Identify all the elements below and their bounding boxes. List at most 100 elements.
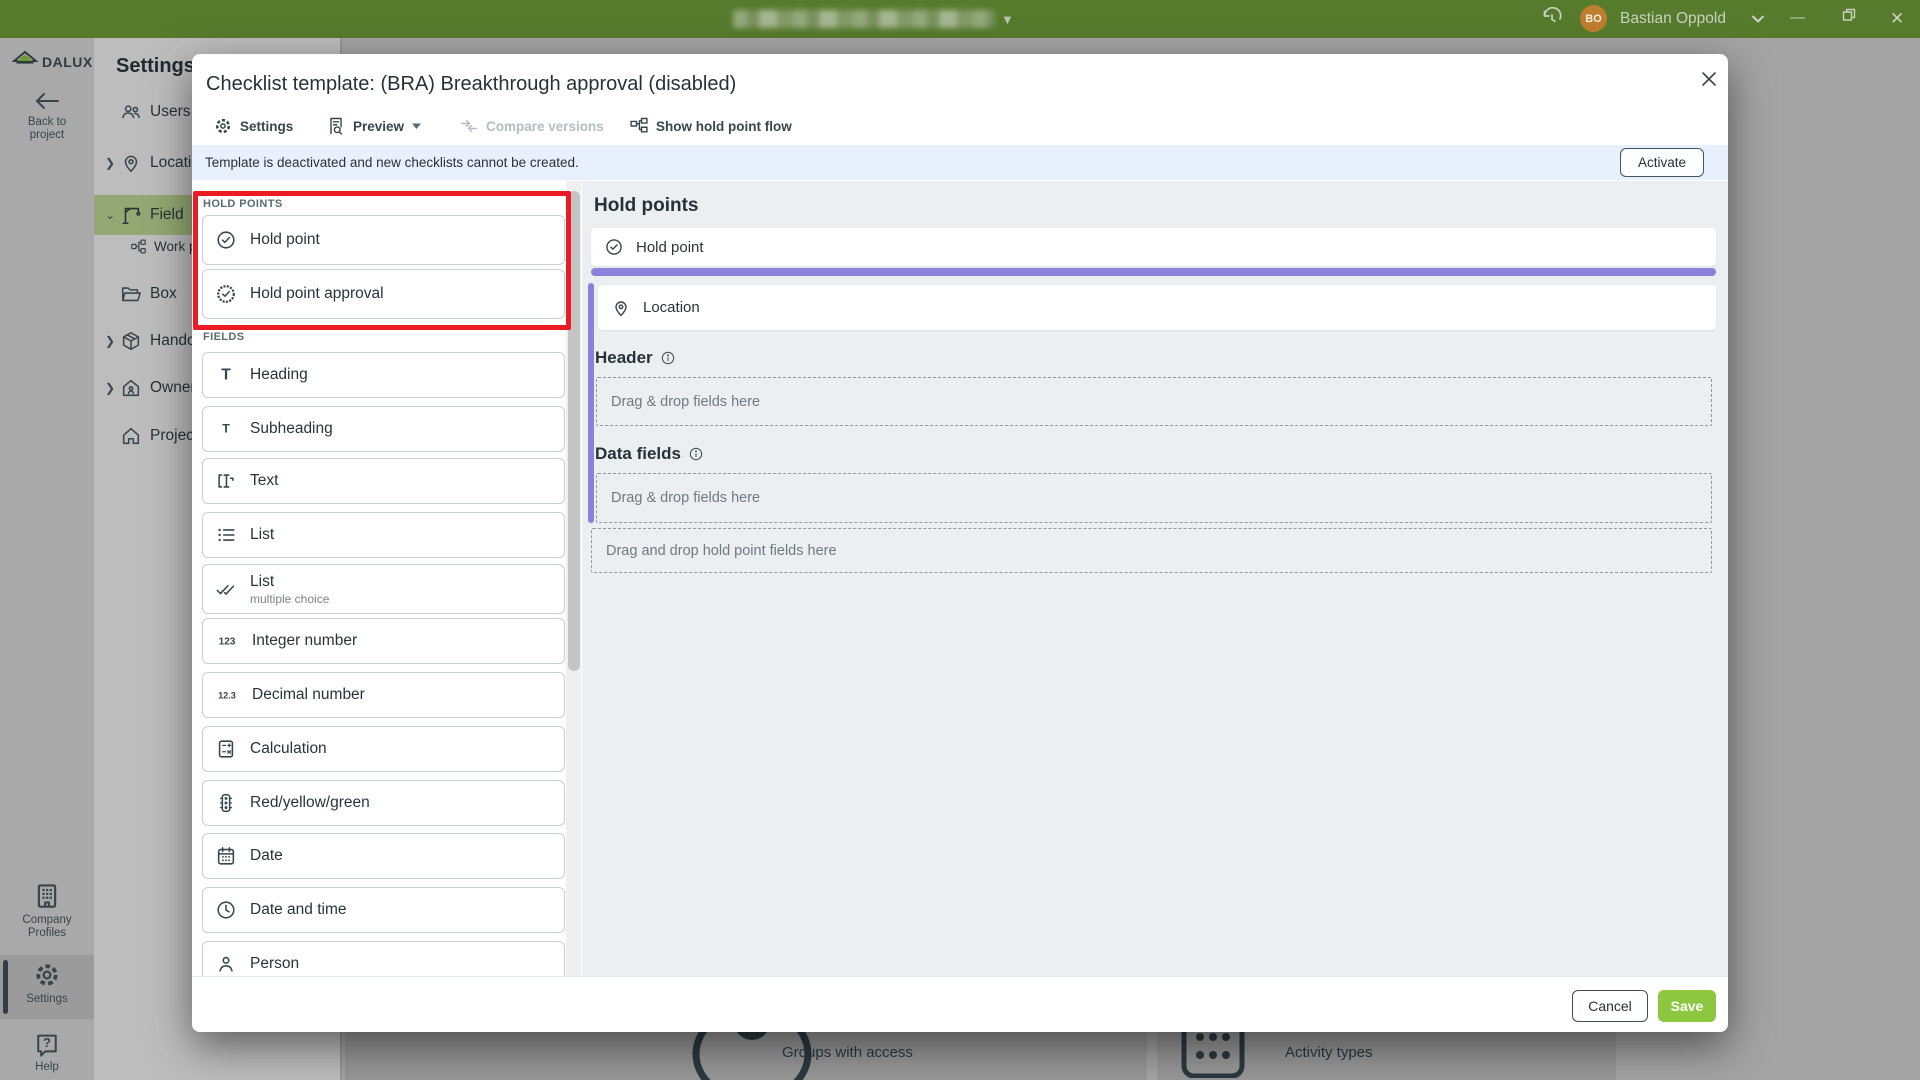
calendar-icon	[215, 845, 237, 867]
palette-field-person[interactable]: Person	[202, 941, 565, 976]
data-fields-dropzone[interactable]: Drag & drop fields here	[596, 473, 1712, 523]
avatar[interactable]: BO	[1580, 5, 1607, 32]
toolbar-settings-label: Settings	[240, 119, 293, 134]
compare-versions-icon	[459, 116, 479, 136]
decimal-icon: 12.3	[215, 684, 239, 706]
hold-point-dropzone[interactable]: Drag and drop hold point fields here	[591, 528, 1712, 573]
double-check-icon	[215, 578, 237, 600]
palette-item-sublabel: multiple choice	[250, 592, 329, 606]
canvas-hold-point-selected[interactable]: Hold point	[591, 228, 1716, 266]
save-button[interactable]: Save	[1658, 990, 1716, 1022]
toolbar-preview-button[interactable]: Preview	[326, 111, 422, 141]
location-pin-icon	[611, 298, 631, 318]
info-icon[interactable]	[688, 446, 704, 462]
palette-field-integer[interactable]: 123 Integer number	[202, 618, 565, 664]
selection-underline	[591, 268, 1716, 276]
modal-title: Checklist template: (BRA) Breakthrough a…	[206, 73, 736, 96]
fields-section-label: FIELDS	[203, 331, 245, 343]
palette-scrollbar-thumb[interactable]	[568, 191, 580, 671]
canvas-item-label: Location	[643, 299, 700, 316]
palette-field-red-yellow-green[interactable]: Red/yellow/green	[202, 780, 565, 826]
info-icon[interactable]	[660, 350, 676, 366]
palette-field-list[interactable]: List	[202, 512, 565, 558]
data-fields-label-text: Data fields	[595, 444, 681, 464]
sidebar-item-label: Project	[150, 427, 198, 445]
rail-item-settings[interactable]: Settings	[0, 960, 94, 1006]
rail-item-help[interactable]: ? Help	[0, 1031, 94, 1074]
palette-field-heading[interactable]: T Heading	[202, 352, 565, 398]
back-to-project-button[interactable]: Back to project	[0, 90, 94, 142]
toolbar-settings-button[interactable]: Settings	[213, 111, 293, 141]
palette-item-label: Decimal number	[252, 686, 365, 704]
banner-message: Template is deactivated and new checklis…	[205, 155, 579, 170]
dalux-logo-text: DALUX	[42, 54, 93, 70]
palette-item-label: Person	[250, 955, 299, 973]
palette-field-date-time[interactable]: Date and time	[202, 887, 565, 933]
cancel-button[interactable]: Cancel	[1572, 990, 1648, 1022]
window-restore-icon[interactable]	[1842, 8, 1856, 22]
project-selector-caret-icon[interactable]: ▼	[1001, 12, 1014, 27]
data-fields-section-label: Data fields	[595, 444, 704, 464]
palette-scrollbar[interactable]	[566, 181, 581, 976]
svg-text:T: T	[222, 422, 230, 436]
toolbar-show-flow-button[interactable]: Show hold point flow	[629, 111, 792, 141]
user-menu-caret-icon[interactable]	[1750, 13, 1766, 25]
chevron-right-icon[interactable]: ❯	[94, 381, 120, 395]
checklist-template-modal: Checklist template: (BRA) Breakthrough a…	[192, 54, 1728, 1032]
chevron-right-icon[interactable]: ❯	[94, 334, 120, 348]
history-icon[interactable]	[1540, 7, 1564, 31]
palette-hold-point[interactable]: Hold point	[202, 215, 565, 265]
palette-item-label: List	[250, 573, 329, 591]
chevron-down-icon[interactable]: ⌄	[94, 208, 120, 222]
rail-help-label: Help	[0, 1061, 94, 1074]
palette-field-subheading[interactable]: T Subheading	[202, 406, 565, 452]
rail-item-company-profiles[interactable]: Company Profiles	[0, 881, 94, 940]
palette-item-label: Date	[250, 847, 283, 865]
palette-item-label: Heading	[250, 366, 308, 384]
toolbar-compare-versions-label: Compare versions	[486, 119, 604, 134]
palette-field-decimal[interactable]: 12.3 Decimal number	[202, 672, 565, 718]
user-name[interactable]: Bastian Oppold	[1620, 10, 1726, 28]
sidebar-item-label: Owner	[150, 379, 196, 397]
traffic-light-icon	[215, 792, 237, 814]
header-label-text: Header	[595, 348, 653, 368]
canvas-title: Hold points	[594, 195, 698, 217]
text-cursor-icon	[215, 470, 237, 492]
house-icon	[120, 425, 150, 447]
location-pin-icon	[120, 152, 150, 174]
header-dropzone[interactable]: Drag & drop fields here	[596, 377, 1712, 426]
workflow-icon	[130, 238, 154, 255]
palette-field-calculation[interactable]: Calculation	[202, 726, 565, 772]
topbar: ▼ BO Bastian Oppold — ✕	[0, 0, 1920, 38]
dropzone-hint: Drag & drop fields here	[611, 394, 760, 410]
palette-hold-point-approval[interactable]: Hold point approval	[202, 269, 565, 319]
dropzone-hint: Drag & drop fields here	[611, 490, 760, 506]
groups-with-access-card[interactable]: Groups with access	[345, 1032, 1147, 1080]
box-cube-icon	[120, 330, 150, 352]
circle-check-icon	[604, 237, 624, 257]
activity-types-card[interactable]: Activity types	[1157, 1032, 1616, 1080]
app-root: ▼ BO Bastian Oppold — ✕ DALUX	[0, 0, 1920, 1080]
palette-item-label: Hold point	[250, 231, 320, 249]
palette-field-date[interactable]: Date	[202, 833, 565, 879]
activate-button[interactable]: Activate	[1620, 148, 1704, 177]
header-section-label: Header	[595, 348, 676, 368]
dalux-logo[interactable]: DALUX	[12, 50, 93, 74]
modal-close-icon[interactable]	[1694, 64, 1724, 94]
dropzone-hint: Drag and drop hold point fields here	[606, 543, 837, 559]
palette-item-label: List	[250, 526, 274, 544]
company-profiles-label-line1: Company	[0, 914, 94, 927]
chevron-right-icon[interactable]: ❯	[94, 156, 120, 170]
palette-field-list-multiple[interactable]: List multiple choice	[202, 564, 565, 614]
hold-points-section-label: HOLD POINTS	[203, 198, 283, 210]
palette-item-label: Hold point approval	[250, 285, 384, 303]
flow-icon	[629, 116, 649, 136]
badge-check-icon	[215, 283, 237, 305]
folder-icon	[120, 283, 150, 305]
person-icon	[215, 953, 237, 975]
window-close-icon[interactable]: ✕	[1890, 9, 1904, 29]
palette-field-text[interactable]: Text	[202, 458, 565, 504]
project-selector-blurred[interactable]	[733, 10, 995, 28]
canvas-location-field[interactable]: Location	[598, 285, 1716, 330]
window-minimize-icon[interactable]: —	[1790, 9, 1805, 26]
